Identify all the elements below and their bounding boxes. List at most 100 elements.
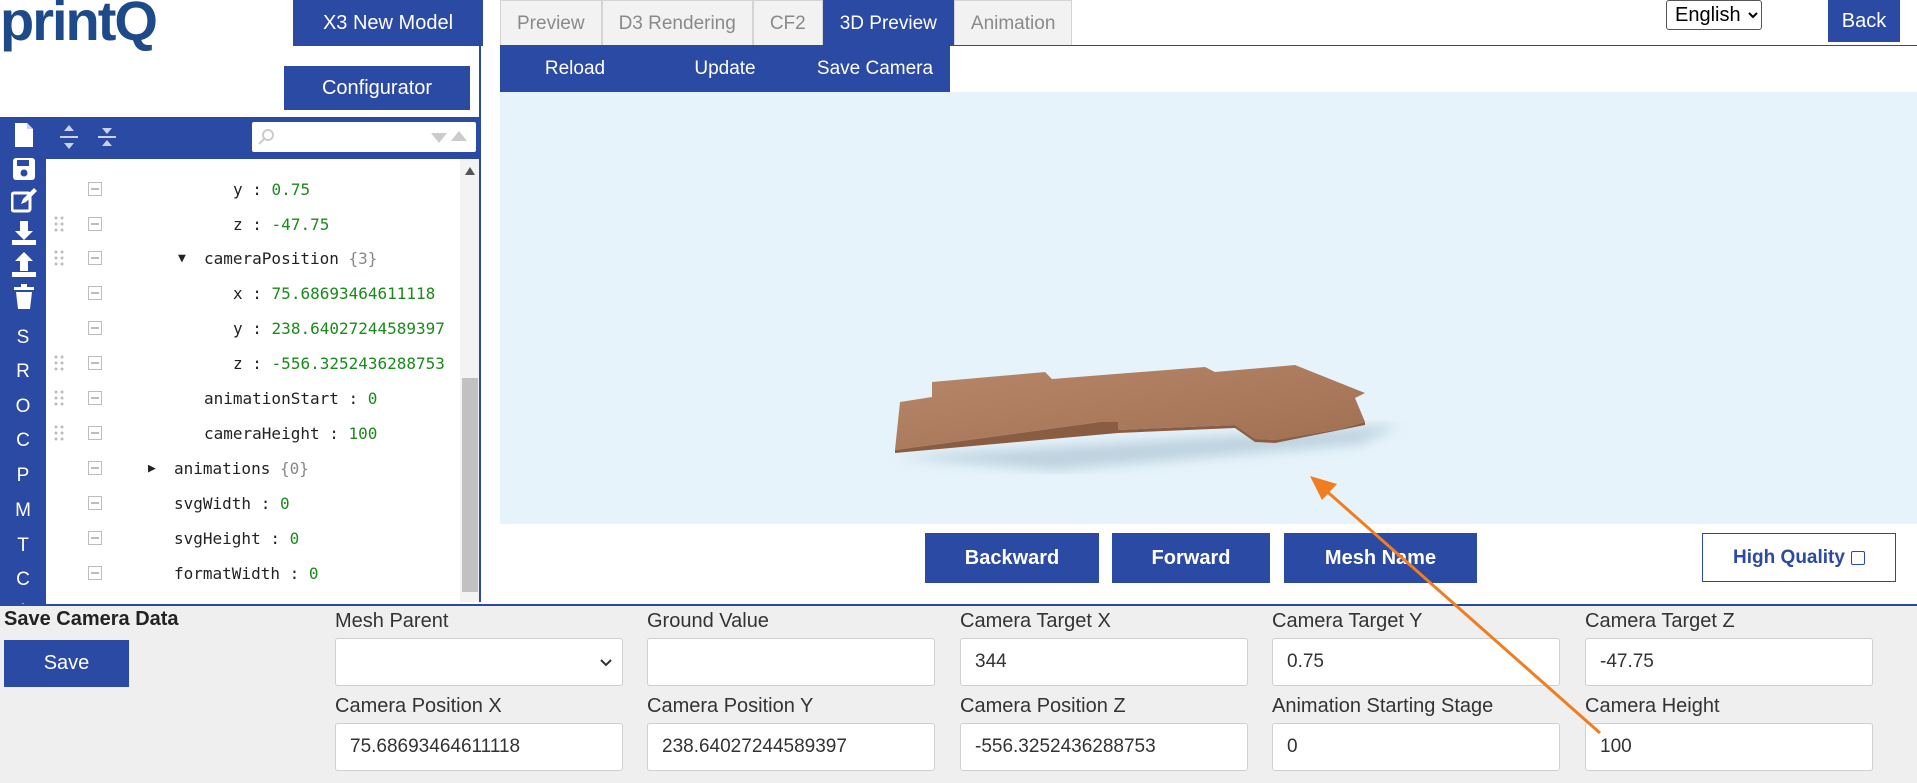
expanded-triangle-icon[interactable]: ▼ (178, 251, 186, 266)
camera-form-title: Save Camera Data (4, 608, 179, 630)
camera-target-z-input[interactable]: -47.75 (1585, 638, 1873, 686)
scroll-up-icon[interactable] (465, 167, 475, 175)
camera-position-x-input[interactable]: 75.68693464611118 (335, 723, 623, 771)
save-camera-button[interactable]: Save Camera (800, 46, 950, 92)
edit-icon[interactable] (10, 187, 38, 215)
search-next-icon[interactable] (450, 130, 468, 142)
tree-row[interactable]: y : 0.75 (46, 172, 466, 206)
drag-handle-icon[interactable] (54, 216, 64, 232)
tab-d3-rendering[interactable]: D3 Rendering (601, 0, 753, 46)
new-document-icon[interactable] (10, 121, 38, 149)
camera-position-y-label: Camera Position Y (647, 695, 814, 717)
reload-button[interactable]: Reload (500, 46, 650, 92)
search-icon (258, 129, 274, 145)
row-menu-icon[interactable] (88, 182, 102, 196)
mesh-name-button[interactable]: Mesh Name (1284, 533, 1477, 583)
row-menu-icon[interactable] (88, 356, 102, 370)
collapse-all-icon[interactable] (96, 124, 118, 155)
high-quality-toggle[interactable]: High Quality (1702, 533, 1896, 582)
camera-position-z-input[interactable]: -556.3252436288753 (960, 723, 1248, 771)
tree-row[interactable]: animationStart : 0 (46, 381, 466, 415)
camera-height-label: Camera Height (1585, 695, 1720, 717)
tree-search-input[interactable] (252, 122, 476, 152)
tree-row[interactable]: y : 238.64027244589397 (46, 311, 466, 345)
camera-position-x-label: Camera Position X (335, 695, 502, 717)
collapsed-triangle-icon[interactable]: ▶ (148, 461, 156, 476)
tree-row[interactable]: ▼ cameraPosition {3} (46, 241, 466, 275)
back-button[interactable]: Back (1828, 0, 1900, 42)
update-button[interactable]: Update (650, 46, 800, 92)
3d-viewport[interactable] (500, 92, 1917, 524)
row-menu-icon[interactable] (88, 391, 102, 405)
side-letter[interactable]: C (0, 430, 46, 452)
tab-3d-preview[interactable]: 3D Preview (822, 0, 954, 46)
language-select[interactable]: English (1666, 0, 1762, 30)
row-menu-icon[interactable] (88, 217, 102, 231)
row-menu-icon[interactable] (88, 566, 102, 580)
drag-handle-icon[interactable] (54, 250, 64, 266)
high-quality-checkbox[interactable] (1850, 550, 1865, 565)
side-letter[interactable]: R (0, 361, 46, 383)
camera-target-y-input[interactable]: 0.75 (1272, 638, 1560, 686)
side-letter[interactable]: M (0, 500, 46, 522)
preview-toolbar: Reload Update Save Camera (500, 46, 950, 92)
search-prev-icon[interactable] (430, 132, 448, 144)
3d-model-render[interactable] (500, 92, 1917, 524)
tree-row[interactable]: z : -556.3252436288753 (46, 346, 466, 380)
tree-scroll-thumb[interactable] (462, 378, 478, 592)
ground-value-label: Ground Value (647, 610, 769, 632)
printq-logo: printQ (0, 0, 158, 52)
camera-position-y-input[interactable]: 238.64027244589397 (647, 723, 935, 771)
save-button[interactable]: Save (4, 640, 129, 687)
row-menu-icon[interactable] (88, 286, 102, 300)
tab-bar: Preview D3 Rendering CF2 3D Preview Anim… (500, 0, 1073, 46)
panel-divider (479, 46, 481, 602)
animation-starting-stage-input[interactable]: 0 (1272, 723, 1560, 771)
side-letter[interactable]: C (0, 569, 46, 591)
mesh-parent-select[interactable] (335, 638, 623, 686)
download-icon[interactable] (10, 219, 38, 247)
tree-row[interactable]: svgHeight : 0 (46, 521, 466, 555)
tab-preview[interactable]: Preview (500, 0, 602, 46)
tree-row[interactable]: x : 75.68693464611118 (46, 276, 466, 310)
tree-side-tools: S R O C P M T C A (0, 117, 46, 622)
row-menu-icon[interactable] (88, 321, 102, 335)
camera-target-z-label: Camera Target Z (1585, 610, 1735, 632)
ground-value-input[interactable] (647, 638, 935, 686)
tree-row[interactable]: z : -47.75 (46, 207, 466, 241)
forward-button[interactable]: Forward (1112, 533, 1270, 583)
animation-starting-stage-label: Animation Starting Stage (1272, 695, 1494, 717)
mesh-parent-label: Mesh Parent (335, 610, 449, 632)
drag-handle-icon[interactable] (54, 390, 64, 406)
side-letter[interactable]: P (0, 465, 46, 487)
row-menu-icon[interactable] (88, 426, 102, 440)
camera-target-y-label: Camera Target Y (1272, 610, 1423, 632)
row-menu-icon[interactable] (88, 251, 102, 265)
drag-handle-icon[interactable] (54, 425, 64, 441)
camera-height-input[interactable]: 100 (1585, 723, 1873, 771)
side-letter[interactable]: O (0, 396, 46, 418)
json-tree: y : 0.75 z : -47.75 ▼ cameraPosition {3}… (46, 159, 480, 602)
save-icon[interactable] (10, 155, 38, 183)
side-letter[interactable]: T (0, 535, 46, 557)
side-letter[interactable]: S (0, 327, 46, 349)
tree-row[interactable]: svgWidth : 0 (46, 486, 466, 520)
row-menu-icon[interactable] (88, 496, 102, 510)
tree-row[interactable]: cameraHeight : 100 (46, 416, 466, 450)
new-model-button[interactable]: X3 New Model (293, 0, 483, 46)
tab-animation[interactable]: Animation (953, 0, 1073, 46)
upload-icon[interactable] (10, 251, 38, 279)
tab-cf2[interactable]: CF2 (752, 0, 823, 46)
drag-handle-icon[interactable] (54, 355, 64, 371)
trash-icon[interactable] (10, 283, 38, 311)
chevron-down-icon (600, 659, 612, 667)
configurator-button[interactable]: Configurator (284, 66, 470, 110)
camera-target-x-input[interactable]: 344 (960, 638, 1248, 686)
backward-button[interactable]: Backward (925, 533, 1099, 583)
tree-row[interactable]: ▶ animations {0} (46, 451, 466, 485)
row-menu-icon[interactable] (88, 531, 102, 545)
expand-all-icon[interactable] (58, 124, 80, 155)
tree-row[interactable]: formatWidth : 0 (46, 556, 466, 590)
row-menu-icon[interactable] (88, 461, 102, 475)
camera-position-z-label: Camera Position Z (960, 695, 1126, 717)
